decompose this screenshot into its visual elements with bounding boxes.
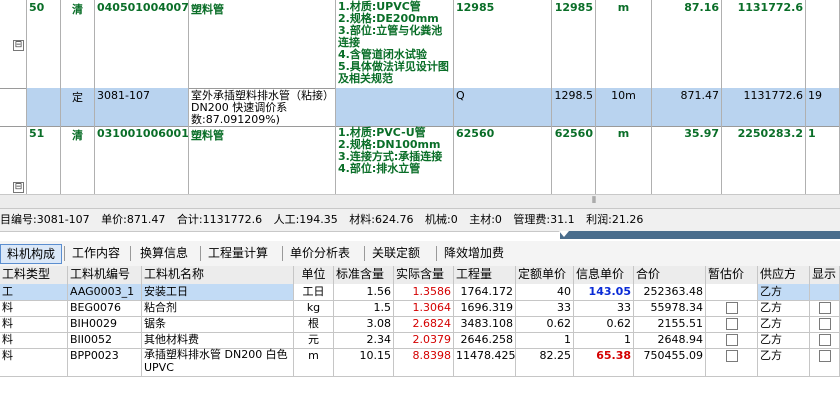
panel-collapse-bar[interactable] <box>559 231 840 239</box>
summary-profit: 利润:21.26 <box>586 213 644 226</box>
col-header-kind[interactable]: 工料类型 <box>0 266 68 284</box>
summary-labor: 人工:194.35 <box>273 213 338 226</box>
row-qty: 62560 <box>552 126 596 194</box>
resource-row[interactable]: 料 BPP0023 承插塑料排水管 DN200 白色UPVC m 10.15 8… <box>0 348 840 377</box>
resource-row[interactable]: 料 BII0052 其他材料费 元 2.34 2.0379 2646.258 1… <box>0 332 840 349</box>
row-code: 040501004007 <box>95 0 189 88</box>
collapse-icon[interactable]: ⊟ <box>13 182 24 193</box>
resource-row[interactable]: 料 BIH0029 锯条 根 3.08 2.6824 3483.108 0.62… <box>0 316 840 333</box>
row-unit: m <box>596 0 652 88</box>
row-price: 871.47 <box>652 88 722 126</box>
estimate-checkbox[interactable] <box>725 334 738 346</box>
col-header-unit[interactable]: 单位 <box>294 266 334 284</box>
tab-conversion-info[interactable]: 换算信息 <box>134 244 194 262</box>
bill-items-grid: ⊟ 50 清 040501004007 塑料管 1.材质:UPVC管 2.规格:… <box>0 0 840 194</box>
row-seq: 51 <box>27 126 61 194</box>
detail-tabs: 料机构成 工作内容 换算信息 工程量计算 单价分析表 关联定额 降效增加费 <box>0 241 840 267</box>
col-header-name[interactable]: 工料机名称 <box>142 266 294 284</box>
tab-related-quota[interactable]: 关联定额 <box>366 244 426 262</box>
resource-header-row: 工料类型 工料机编号 工料机名称 单位 标准含量 实际含量 工程量 定额单价 信… <box>0 266 840 285</box>
col-header-show[interactable]: 显示 <box>810 266 840 284</box>
quota-row-selected[interactable]: 定 3081-107 Bz 室外承插塑料排水管（粘接）DN200 快速调价系数:… <box>0 88 840 127</box>
row-name: 塑料管 <box>189 0 336 88</box>
estimate-cell[interactable] <box>706 284 758 300</box>
row-code: 3081-107 <box>95 88 189 126</box>
splitter-bar[interactable]: ⦀ <box>0 194 840 209</box>
row-type: 清 <box>61 0 95 88</box>
summary-total: 合计:1131772.6 <box>176 213 263 226</box>
row-price: 35.97 <box>652 126 722 194</box>
tab-material-composition[interactable]: 料机构成 <box>0 244 63 264</box>
resource-grid: 工料类型 工料机编号 工料机名称 单位 标准含量 实际含量 工程量 定额单价 信… <box>0 266 840 398</box>
col-header-supplier[interactable]: 供应方 <box>758 266 810 284</box>
tab-price-analysis[interactable]: 单价分析表 <box>284 244 356 262</box>
row-qty: 12985 <box>552 0 596 88</box>
bill-row[interactable]: ⊟ 51 清 031001006001 塑料管 1.材质:PVC-U管 2.规格… <box>0 126 840 194</box>
row-code: 031001006001 <box>95 126 189 194</box>
show-checkbox[interactable] <box>818 302 831 314</box>
row-qty-expr: 12985 <box>454 0 552 88</box>
tab-quantity-calc[interactable]: 工程量计算 <box>202 244 274 262</box>
tab-work-content[interactable]: 工作内容 <box>66 244 126 262</box>
resource-row[interactable]: 料 BEG0076 粘合剂 kg 1.5 1.3064 1696.319 33 … <box>0 300 840 317</box>
row-price: 87.16 <box>652 0 722 88</box>
collapse-icon[interactable]: ⊟ <box>13 40 24 51</box>
quota-summary-bar: 目编号:3081-107 单价:871.47 合计:1131772.6 人工:1… <box>0 208 840 232</box>
row-description: 1.材质:UPVC管 2.规格:DE200mm 3.部位:立管与化粪池连接 4.… <box>336 0 454 88</box>
col-header-std[interactable]: 标准含量 <box>334 266 394 284</box>
summary-unit-price: 单价:871.47 <box>101 213 166 226</box>
col-header-code[interactable]: 工料机编号 <box>68 266 142 284</box>
estimate-checkbox[interactable] <box>725 350 738 362</box>
row-unit: 10m <box>596 88 652 126</box>
show-checkbox[interactable] <box>818 318 831 330</box>
tab-efficiency-surcharge[interactable]: 降效增加费 <box>438 244 510 262</box>
col-header-estimate[interactable]: 暂估价 <box>706 266 758 284</box>
summary-material: 材料:624.76 <box>349 213 414 226</box>
col-header-info-price[interactable]: 信息单价 <box>574 266 634 284</box>
row-qty-expr: 62560 <box>454 126 552 194</box>
row-total: 2250283.2 <box>722 126 806 194</box>
estimate-checkbox[interactable] <box>725 318 738 330</box>
show-checkbox[interactable] <box>818 334 831 346</box>
show-checkbox[interactable] <box>818 350 831 362</box>
summary-management-fee: 管理费:31.1 <box>513 213 575 226</box>
col-header-sum[interactable]: 合价 <box>634 266 706 284</box>
resource-row[interactable]: 工 AAG0003_1 安装工日 工日 1.56 1.3586 1764.172… <box>0 284 840 301</box>
row-name: 塑料管 <box>189 126 336 194</box>
row-total: 1131772.6 <box>722 88 806 126</box>
row-type: 清 <box>61 126 95 194</box>
row-total: 1131772.6 <box>722 0 806 88</box>
splitter-grip-icon[interactable]: ⦀ <box>592 196 596 206</box>
summary-machine: 机械:0 <box>424 213 458 226</box>
estimate-checkbox[interactable] <box>725 302 738 314</box>
row-qty: 1298.5 <box>552 88 596 126</box>
row-unit: m <box>596 126 652 194</box>
col-header-qty[interactable]: 工程量 <box>454 266 516 284</box>
row-extra <box>806 0 840 88</box>
col-header-quota-price[interactable]: 定额单价 <box>516 266 574 284</box>
row-extra: 19 <box>806 88 840 126</box>
row-name[interactable]: Bz 室外承插塑料排水管（粘接）DN200 快速调价系数:87.091209%) <box>189 88 336 126</box>
row-extra: 1 <box>806 126 840 194</box>
row-seq: 50 <box>27 0 61 88</box>
summary-code: 目编号:3081-107 <box>0 213 90 226</box>
row-qty-expr: Q <box>454 88 552 126</box>
collapse-arrow-icon[interactable] <box>559 231 569 237</box>
col-header-actual[interactable]: 实际含量 <box>394 266 454 284</box>
row-description: 1.材质:PVC-U管 2.规格:DN100mm 3.连接方式:承插连接 4.部… <box>336 126 454 194</box>
row-description <box>336 88 454 126</box>
row-type: 定 <box>61 88 95 126</box>
bill-row[interactable]: ⊟ 50 清 040501004007 塑料管 1.材质:UPVC管 2.规格:… <box>0 0 840 89</box>
summary-main-material: 主材:0 <box>469 213 502 226</box>
